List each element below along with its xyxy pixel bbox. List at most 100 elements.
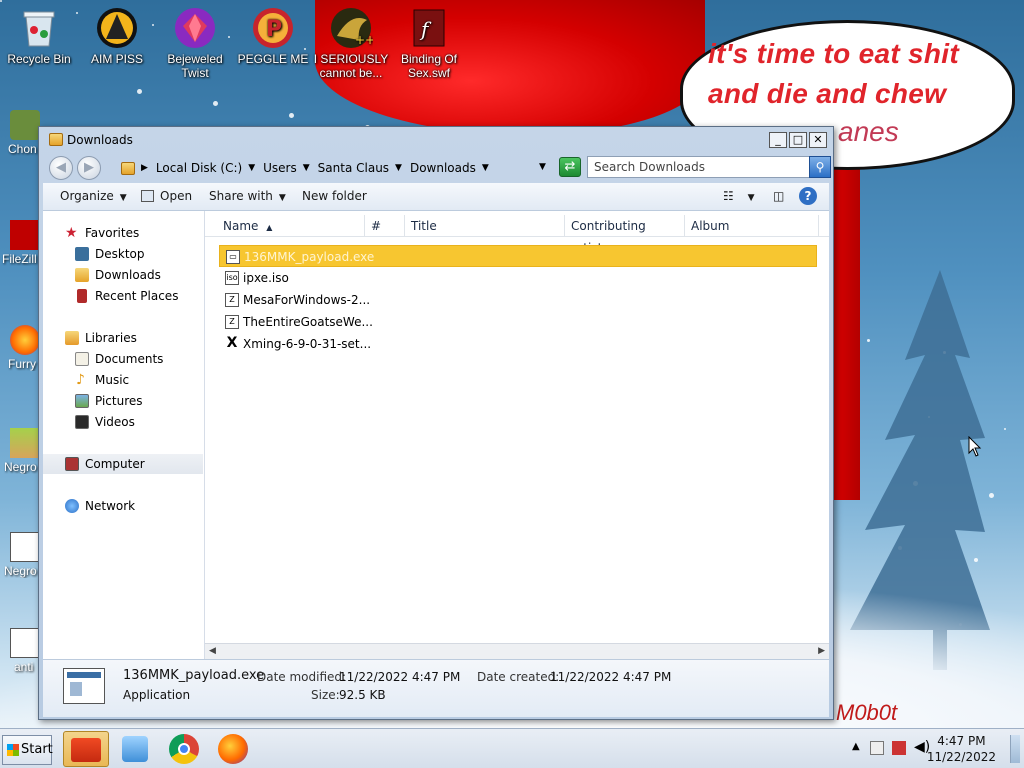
nav-label: Desktop xyxy=(95,247,145,261)
nav-desktop[interactable]: Desktop xyxy=(43,244,203,264)
file-row[interactable]: ▭ 136MMK_payload.exe xyxy=(219,245,817,267)
maximize-button[interactable]: □ xyxy=(789,132,807,148)
search-icon[interactable]: ⚲ xyxy=(809,156,831,178)
desktop-icon-negro-1[interactable]: Negro xyxy=(0,428,40,474)
desktop-icon-label: FileZill xyxy=(2,252,37,266)
desktop-icon-label: Bejeweled Twist xyxy=(167,52,223,80)
desktop-icon-chon[interactable]: Chon xyxy=(0,110,40,156)
nav-libraries[interactable]: Libraries xyxy=(43,328,203,348)
nav-downloads[interactable]: Downloads xyxy=(43,265,203,285)
star-icon: ★ xyxy=(65,225,78,241)
application-icon xyxy=(63,668,105,704)
action-center-icon[interactable] xyxy=(870,741,884,755)
nav-label: Pictures xyxy=(95,394,143,408)
svg-text:P: P xyxy=(266,17,282,42)
desktop-icon-negro-2[interactable]: Negro xyxy=(0,532,40,578)
details-type: Application xyxy=(123,688,191,702)
search-input[interactable]: Search Downloads xyxy=(587,156,811,178)
document-icon xyxy=(10,532,40,562)
nav-label: Recent Places xyxy=(95,289,179,303)
sort-ascending-icon: ▲ xyxy=(266,223,273,232)
desktop-icon-label: Binding Of Sex.swf xyxy=(400,52,458,80)
view-options-icon[interactable]: ☷ ▼ xyxy=(723,189,755,203)
breadcrumb-users[interactable]: Users xyxy=(263,161,297,175)
nav-label: Favorites xyxy=(85,226,140,240)
organize-button[interactable]: Organize ▼ xyxy=(60,189,127,203)
desktop-icon-recycle-bin[interactable]: Recycle Bin xyxy=(0,6,78,66)
iso-icon: iso xyxy=(225,271,239,285)
chevron-down-icon[interactable]: ▼ xyxy=(303,163,310,173)
taskbar-firefox[interactable] xyxy=(210,731,256,767)
desktop-icon-anti[interactable]: anti xyxy=(0,628,40,674)
chrome-icon xyxy=(169,734,199,764)
address-bar[interactable]: ▶ Local Disk (C:) ▼ Users ▼ Santa Claus … xyxy=(117,155,545,181)
desktop-icon-label: Furry xyxy=(8,357,36,371)
documents-icon xyxy=(75,352,89,366)
file-row[interactable]: X Xming-6-9-0-31-set... xyxy=(219,333,817,355)
nav-videos[interactable]: Videos xyxy=(43,412,203,432)
file-row[interactable]: Z MesaForWindows-2... xyxy=(219,289,817,311)
column-header-album[interactable]: Album xyxy=(685,215,819,237)
chevron-down-icon[interactable]: ▼ xyxy=(248,163,255,173)
taskbar-chrome[interactable] xyxy=(161,731,207,767)
desktop-icon-filezilla[interactable]: FileZill xyxy=(0,220,40,266)
nav-pictures[interactable]: Pictures xyxy=(43,391,203,411)
horizontal-scrollbar[interactable]: ◀ ▶ xyxy=(205,643,829,659)
back-button[interactable]: ◀ xyxy=(49,156,73,180)
desktop-icon-furry[interactable]: Furry xyxy=(0,325,40,371)
column-header-title[interactable]: Title xyxy=(405,215,565,237)
chevron-right-icon[interactable]: ▶ xyxy=(141,163,148,173)
show-hidden-icons-icon[interactable]: ▲ xyxy=(852,741,860,752)
nav-label: Computer xyxy=(85,457,145,471)
wallpaper-bubble-text-2: anes xyxy=(838,116,899,147)
network-status-icon[interactable] xyxy=(892,741,906,755)
nav-network[interactable]: Network xyxy=(43,496,203,516)
title-bar[interactable]: Downloads _ □ ✕ xyxy=(39,127,833,153)
share-with-button[interactable]: Share with ▼ xyxy=(209,189,286,203)
scroll-right-icon[interactable]: ▶ xyxy=(818,646,825,656)
start-button[interactable]: Start xyxy=(2,735,53,765)
file-row[interactable]: iso ipxe.iso xyxy=(219,267,817,289)
close-button[interactable]: ✕ xyxy=(809,132,827,148)
nav-music[interactable]: ♪ Music xyxy=(43,370,203,390)
breadcrumb-santa-claus[interactable]: Santa Claus xyxy=(318,161,389,175)
command-bar: Organize ▼ Open Share with ▼ New folder ☷ … xyxy=(43,183,829,211)
column-header-contributing-artists[interactable]: Contributing artists xyxy=(565,215,685,255)
column-header-number[interactable]: # xyxy=(365,215,405,237)
explorer-window[interactable]: Downloads _ □ ✕ ◀ ▶ ▶ Local Disk (C:) ▼ … xyxy=(38,126,834,720)
recent-places-icon xyxy=(77,289,87,303)
nav-recent-places[interactable]: Recent Places xyxy=(43,286,203,306)
show-desktop-button[interactable] xyxy=(1010,735,1020,763)
nav-computer[interactable]: Computer xyxy=(43,454,203,474)
column-header-label: Name xyxy=(223,219,259,233)
desktop-icon-bejeweled[interactable]: Bejeweled Twist xyxy=(156,6,234,80)
nav-favorites[interactable]: ★ Favorites xyxy=(43,223,203,243)
desktop-icon-peggle[interactable]: P PEGGLE ME xyxy=(234,6,312,66)
share-with-label: Share with xyxy=(209,189,273,203)
snowflake xyxy=(0,0,2,2)
breadcrumb-downloads[interactable]: Downloads xyxy=(410,161,476,175)
desktop-icon-aim[interactable]: AIM PISS xyxy=(78,6,156,66)
preview-pane-icon[interactable]: ◫ xyxy=(773,189,784,203)
chevron-down-icon: ▼ xyxy=(119,193,127,203)
desktop-icon-i-seriously[interactable]: ++ I SERIOUSLY cannot be... xyxy=(312,6,390,80)
nav-documents[interactable]: Documents xyxy=(43,349,203,369)
chevron-down-icon[interactable]: ▼ xyxy=(395,163,402,173)
minimize-button[interactable]: _ xyxy=(769,132,787,148)
scroll-left-icon[interactable]: ◀ xyxy=(209,646,216,656)
wallpaper-watermark: M0b0t xyxy=(836,700,898,725)
file-row[interactable]: Z TheEntireGoatseWe... xyxy=(219,311,817,333)
chevron-down-icon[interactable]: ▼ xyxy=(482,163,489,173)
open-button[interactable]: Open xyxy=(141,189,192,203)
help-icon[interactable]: ? xyxy=(799,187,817,205)
address-history-dropdown[interactable]: ▼ xyxy=(539,162,546,172)
column-header-name[interactable]: Name ▲ xyxy=(217,215,365,237)
breadcrumb-local-disk[interactable]: Local Disk (C:) xyxy=(156,161,242,175)
taskbar-media-player[interactable] xyxy=(112,731,158,767)
new-folder-button[interactable]: New folder xyxy=(302,189,367,203)
clock[interactable]: 4:47 PM 11/22/2022 xyxy=(927,733,996,765)
desktop-icon-binding-of-sex[interactable]: f Binding Of Sex.swf xyxy=(390,6,468,80)
taskbar-explorer[interactable] xyxy=(63,731,109,767)
forward-button[interactable]: ▶ xyxy=(77,156,101,180)
refresh-button[interactable]: ⇄ xyxy=(559,157,581,177)
